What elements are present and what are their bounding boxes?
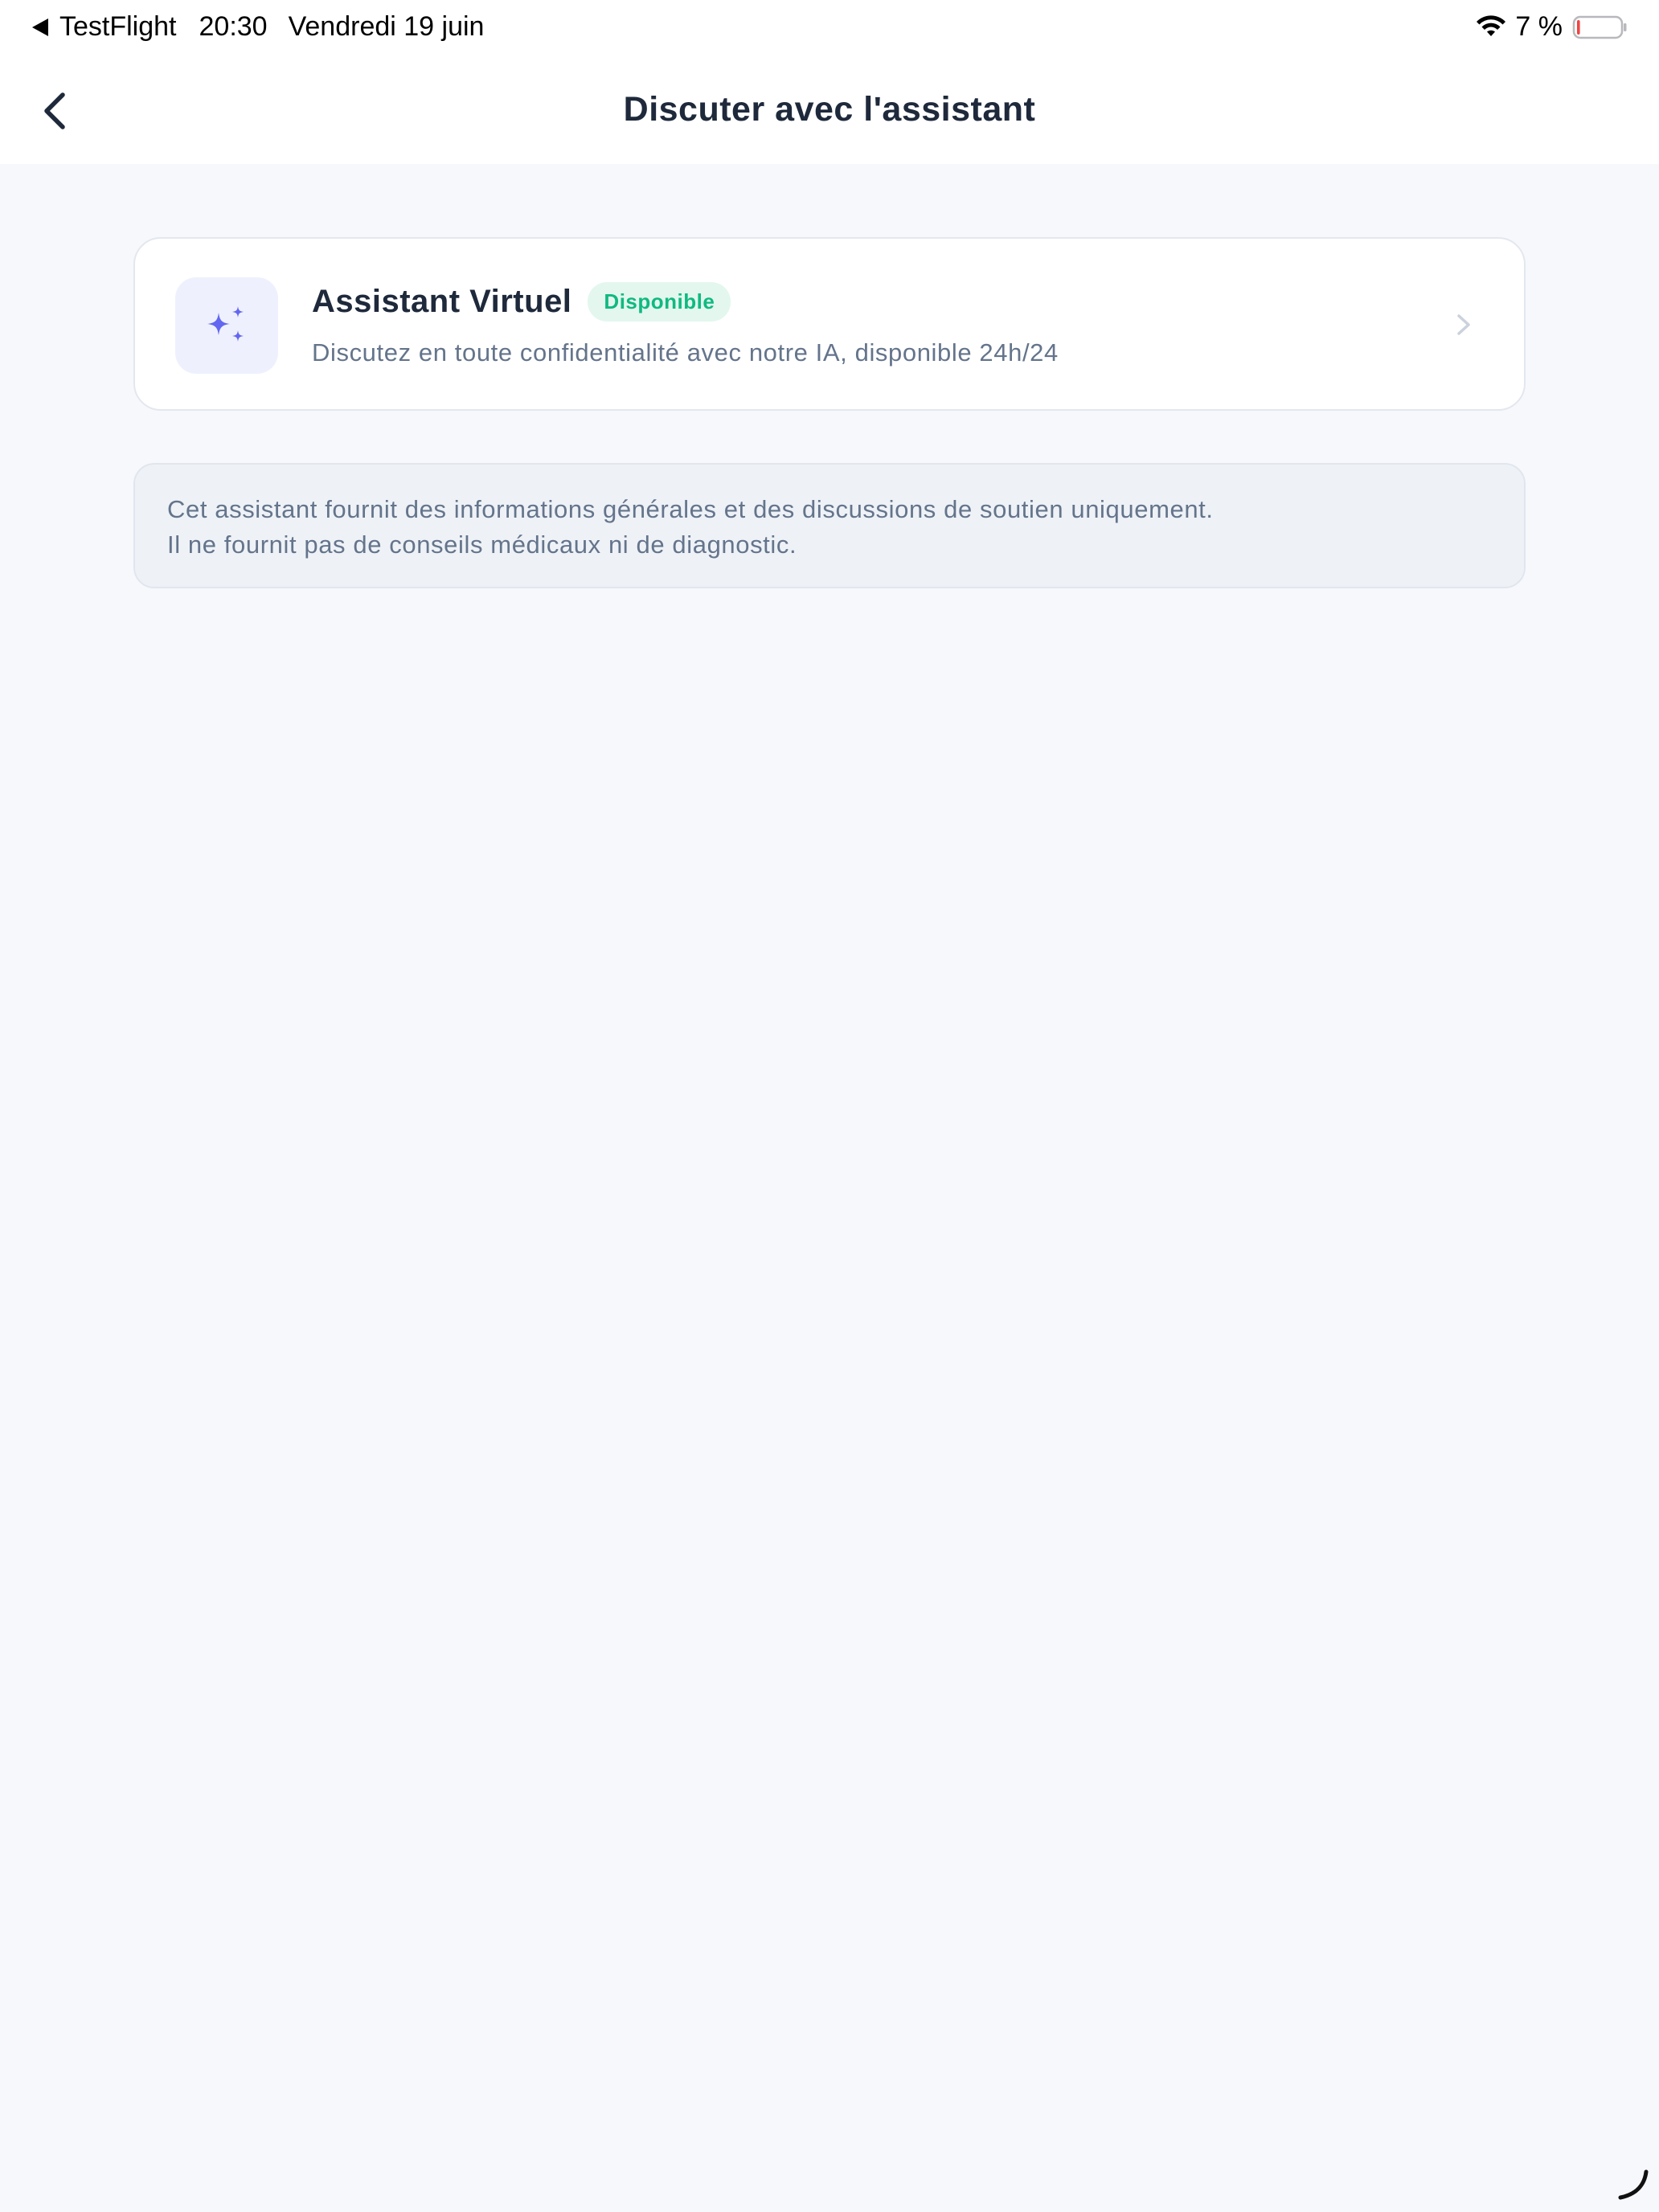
wifi-icon <box>1477 14 1506 36</box>
sparkles-icon <box>207 306 244 342</box>
disclaimer-line-1: Cet assistant fournit des informations g… <box>167 495 1214 523</box>
assistant-icon-container <box>175 277 278 374</box>
status-badge: Disponible <box>588 282 731 322</box>
battery-percent: 7 % <box>1515 11 1563 42</box>
status-bar: TestFlight 20:30 Vendredi 19 juin 7 % <box>0 0 1659 58</box>
assistant-title: Assistant Virtuel <box>312 284 572 319</box>
battery-level-fill <box>1577 19 1580 35</box>
status-bar-right: 7 % <box>1475 11 1628 43</box>
status-date: Vendredi 19 juin <box>288 11 485 42</box>
disclaimer-box: Cet assistant fournit des informations g… <box>133 463 1526 588</box>
back-triangle-icon <box>32 18 48 36</box>
corner-indicator-icon <box>1618 2169 1649 2200</box>
assistant-subtitle: Discutez en toute confidentialité avec n… <box>312 338 1059 367</box>
disclaimer-line-2: Il ne fournit pas de conseils médicaux n… <box>167 530 797 559</box>
assistant-title-row: Assistant Virtuel Disponible <box>312 282 731 322</box>
battery-icon <box>1572 15 1627 39</box>
status-bar-left: TestFlight 20:30 Vendredi 19 juin <box>32 11 484 43</box>
navigation-bar: Discuter avec l'assistant <box>0 58 1659 164</box>
back-app-label: TestFlight <box>59 11 177 42</box>
status-time: 20:30 <box>199 11 268 42</box>
chevron-right-icon <box>1457 314 1470 335</box>
page-title: Discuter avec l'assistant <box>623 90 1036 129</box>
back-to-app-link[interactable]: TestFlight <box>32 11 199 43</box>
assistant-card[interactable]: Assistant Virtuel Disponible Discutez en… <box>133 237 1526 411</box>
